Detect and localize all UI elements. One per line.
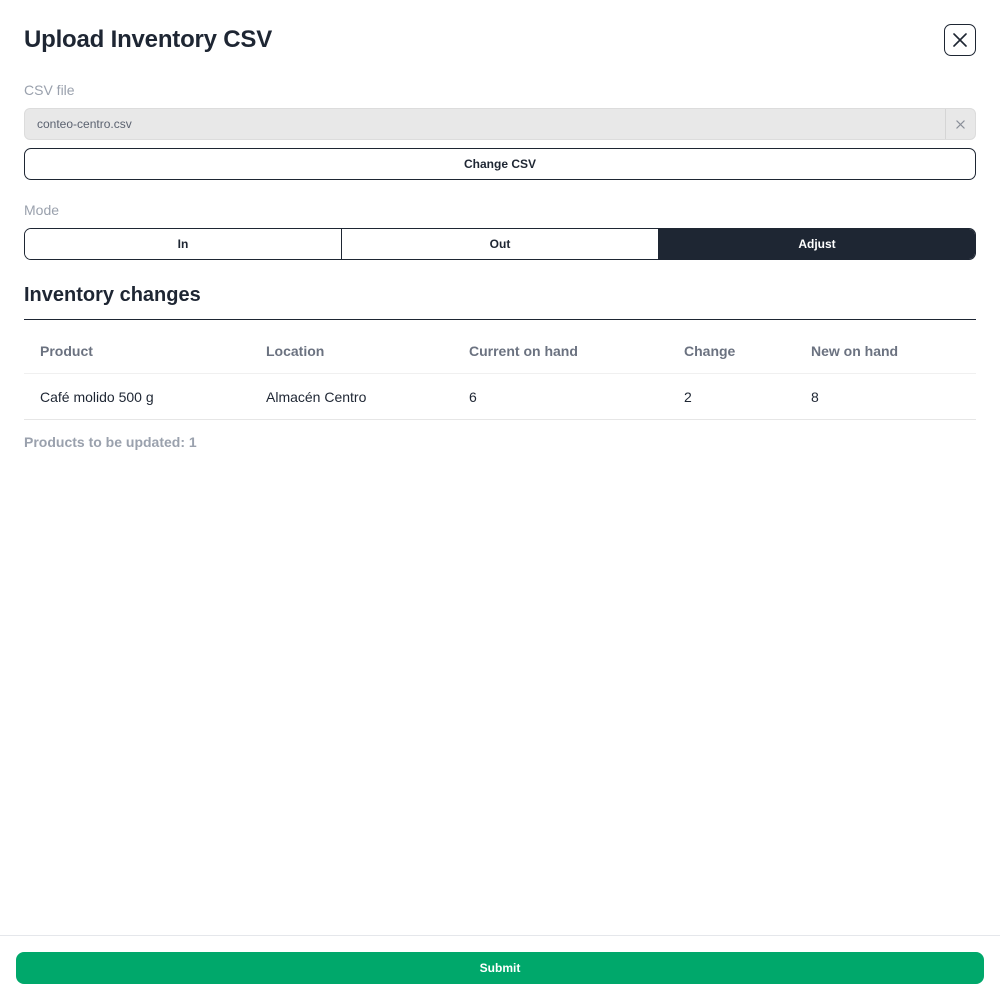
products-to-update-summary: Products to be updated: 1 — [24, 434, 197, 450]
mode-selector: In Out Adjust — [24, 228, 976, 260]
column-header-change: Change — [684, 342, 736, 359]
csv-file-name: conteo-centro.csv — [37, 117, 132, 131]
column-header-product: Product — [40, 342, 93, 359]
column-header-new-on-hand: New on hand — [811, 342, 899, 359]
cell-current-on-hand: 6 — [469, 388, 477, 405]
mode-option-out[interactable]: Out — [341, 229, 658, 259]
mode-option-adjust[interactable]: Adjust — [658, 229, 975, 259]
mode-option-in[interactable]: In — [25, 229, 341, 259]
section-divider — [24, 319, 976, 320]
mode-label: Mode — [24, 202, 60, 218]
csv-file-label: CSV file — [24, 82, 75, 98]
cell-change: 2 — [684, 388, 692, 405]
table-row: Café molido 500 g Almacén Centro 6 2 8 — [24, 374, 976, 420]
clear-file-button[interactable] — [945, 109, 975, 139]
inventory-changes-title: Inventory changes — [24, 284, 201, 306]
close-icon — [956, 119, 965, 129]
upload-inventory-dialog: Upload Inventory CSV CSV file conteo-cen… — [0, 0, 1000, 1000]
cell-product: Café molido 500 g — [40, 388, 154, 405]
dialog-title: Upload Inventory CSV — [24, 26, 273, 53]
cell-new-on-hand: 8 — [811, 388, 819, 405]
column-header-location: Location — [266, 342, 325, 359]
table-header-row: Product Location Current on hand Change … — [24, 328, 976, 374]
inventory-changes-table: Product Location Current on hand Change … — [24, 328, 976, 420]
column-header-current-on-hand: Current on hand — [469, 342, 578, 359]
close-button[interactable] — [944, 24, 976, 56]
close-icon — [953, 33, 967, 47]
change-csv-button[interactable]: Change CSV — [24, 148, 976, 180]
cell-location: Almacén Centro — [266, 388, 367, 405]
footer-divider — [0, 935, 1000, 936]
csv-file-field[interactable]: conteo-centro.csv — [24, 108, 976, 140]
submit-button[interactable]: Submit — [16, 952, 984, 984]
